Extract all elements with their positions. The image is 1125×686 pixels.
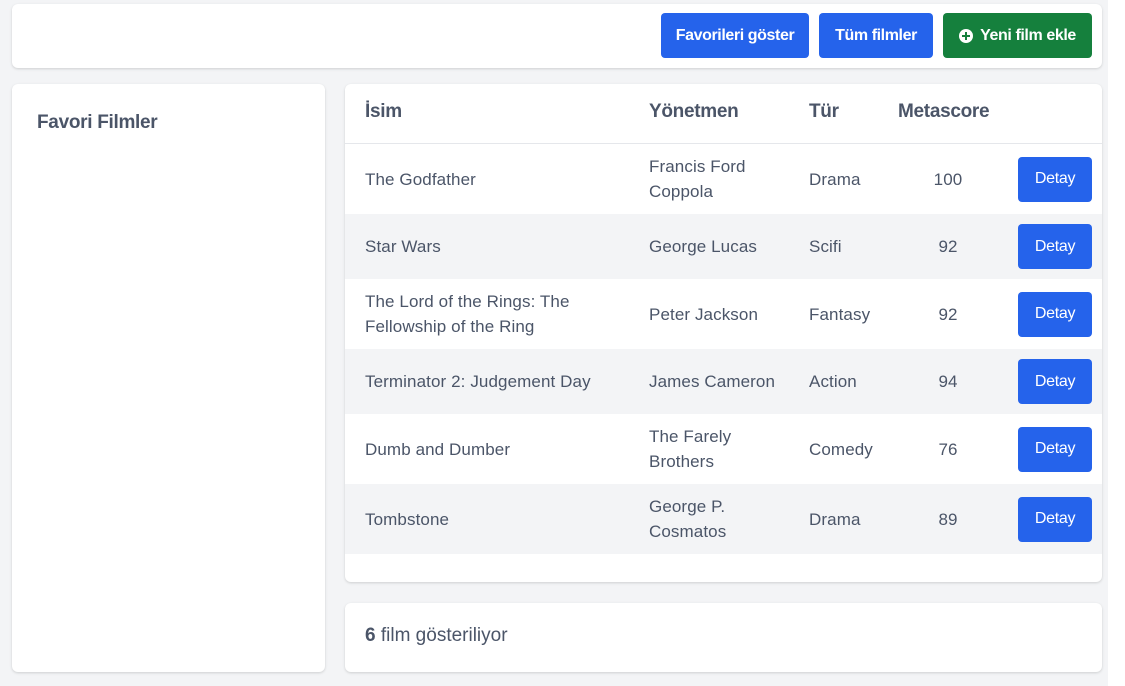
cell-name-line: The Godfather [365,169,476,189]
cell-director: George P. Cosmatos [649,494,726,544]
cell-name: The Godfather [365,167,476,192]
cell-name-line: The Lord of the Rings: The [365,292,570,311]
column-header-metascore: Metascore [898,101,990,122]
cell-metascore: 76 [938,439,958,459]
cell-name: Dumb and Dumber [365,437,510,462]
cell-name-line: Dumb and Dumber [365,439,511,459]
cell-name-line: Star Wars [365,237,441,256]
cell-name: The Lord of the Rings: The Fellowship of … [365,289,570,339]
cell-director-line: Cosmatos [649,522,727,541]
cell-metascore: 100 [933,169,963,189]
table-row: The Lord of the Rings: The Fellowship of … [345,279,1102,349]
top-toolbar: Favorileri göster Tüm filmler Yeni film … [12,4,1102,68]
detail-button[interactable]: Detay [1018,156,1092,202]
cell-name: Tombstone [365,507,449,532]
cell-director-line: George P. [649,497,726,516]
detail-button[interactable]: Detay [1018,426,1092,472]
cell-director-line: Brothers [649,452,715,471]
cell-name: Terminator 2: Judgement Day [365,369,591,394]
add-movie-button[interactable]: Yeni film ekle [943,13,1092,58]
movie-count-suffix: film gösteriliyor [375,625,508,646]
cell-name-line: Terminator 2: Judgement Day [365,372,591,391]
cell-genre: Action [809,372,857,391]
movie-count: 6 [365,625,376,646]
table-row: The Godfather Francis Ford Coppola Drama 100… [345,144,1102,214]
cell-metascore: 92 [938,237,958,256]
cell-metascore: 89 [938,509,958,529]
sidebar-title: Favori Filmler [37,112,158,133]
cell-metascore: 94 [938,372,958,391]
cell-genre: Drama [809,169,861,189]
cell-director-line: George Lucas [649,237,757,256]
summary-card: 6 film gösteriliyor [345,603,1102,672]
cell-director: James Cameron [649,369,775,394]
cell-genre: Fantasy [809,304,871,324]
cell-director-line: James Cameron [649,372,776,391]
favorites-sidebar: Favori Filmler [12,84,325,672]
cell-metascore: 92 [938,304,958,324]
add-movie-label: Yeni film ekle [980,26,1076,44]
cell-director: Peter Jackson [649,302,758,327]
cell-director: Francis Ford Coppola [649,154,746,204]
column-header-name: İsim [365,101,402,122]
detail-button[interactable]: Detay [1018,291,1092,337]
movie-table: İsim Yönetmen Tür Metascore The Godfathe… [345,84,1102,582]
detail-button[interactable]: Detay [1018,224,1092,269]
detail-button[interactable]: Detay [1018,359,1092,404]
cell-genre: Comedy [809,439,873,459]
show-favorites-button[interactable]: Favorileri göster [661,13,809,58]
cell-name: Star Wars [365,234,441,259]
all-movies-button[interactable]: Tüm filmler [819,13,933,58]
cell-name-line: Fellowship of the Ring [365,317,535,336]
column-header-director: Yönetmen [649,101,739,122]
plus-circle-icon [959,28,974,43]
cell-director: The Farely Brothers [649,424,731,474]
table-row: Tombstone George P. Cosmatos Drama 89 Detay [345,484,1102,554]
cell-name-line: Tombstone [365,509,450,529]
table-row: Dumb and Dumber The Farely Brothers Comedy 7… [345,414,1102,484]
cell-director-line: Peter Jackson [649,304,759,324]
cell-director-line: The Farely [649,427,732,446]
detail-button[interactable]: Detay [1018,496,1092,542]
cell-genre: Scifi [809,237,842,256]
cell-genre: Drama [809,509,861,529]
cell-director-line: Coppola [649,182,714,201]
column-header-genre: Tür [809,101,839,122]
cell-director: George Lucas [649,234,757,259]
cell-director-line: Francis Ford [649,157,746,176]
table-row: Star Wars George Lucas Scifi 92 Detay [345,214,1102,279]
table-header: İsim Yönetmen Tür Metascore [345,84,1102,144]
movie-count-text: 6 film gösteriliyor [365,625,508,647]
table-row: Terminator 2: Judgement Day James Cameron… [345,349,1102,414]
